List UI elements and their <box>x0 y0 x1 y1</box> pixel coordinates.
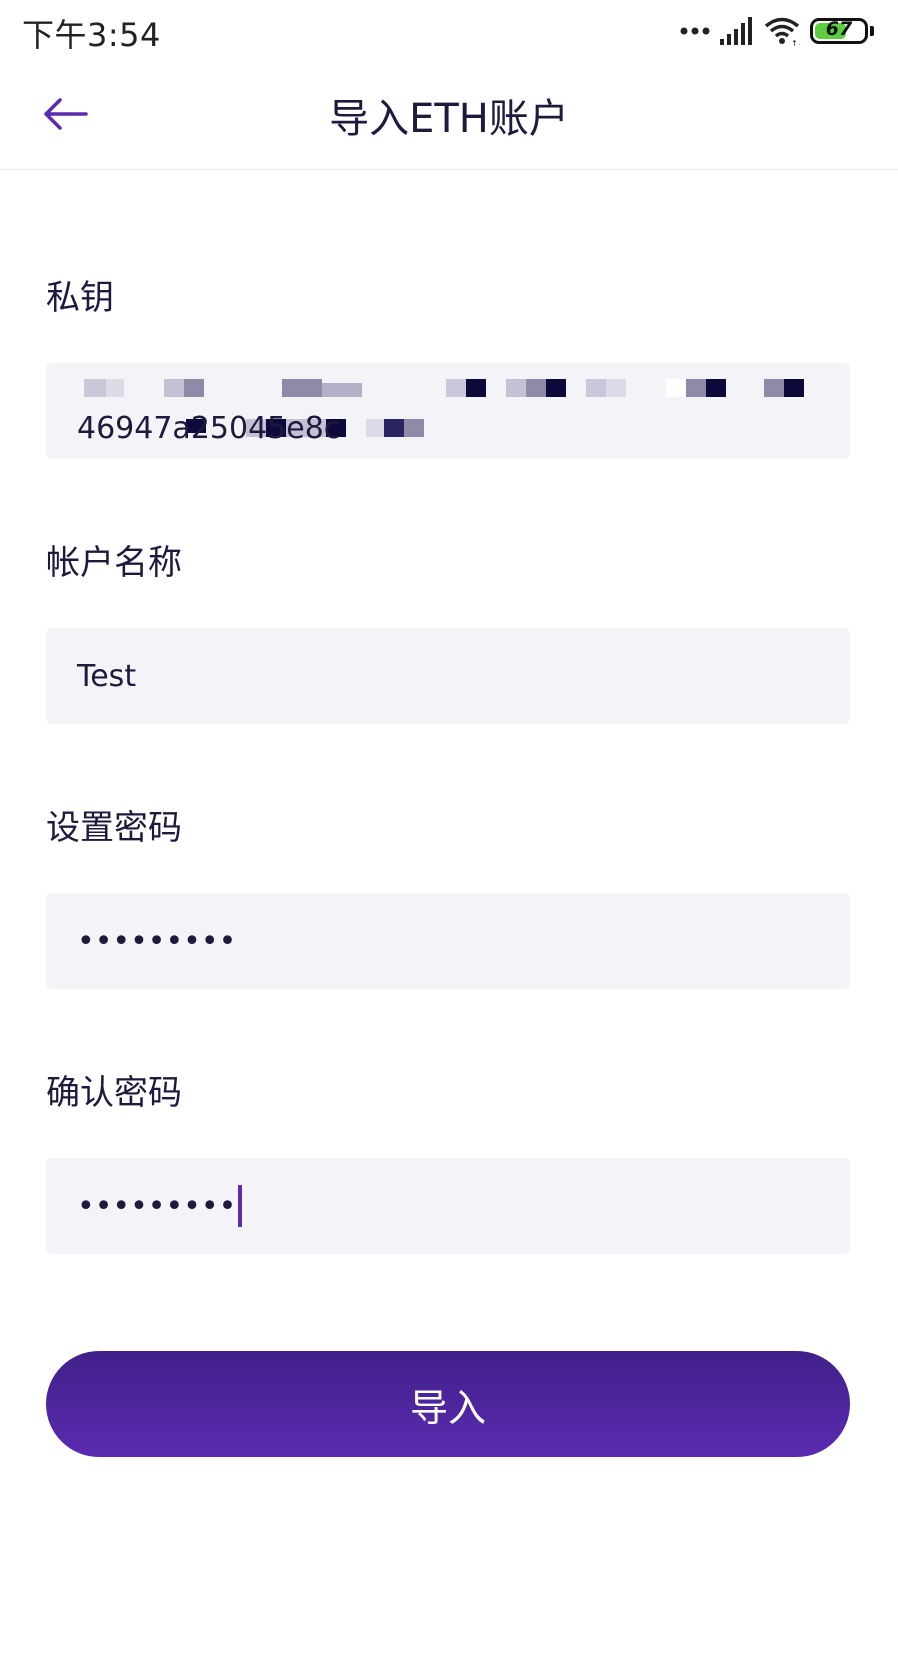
page-title: 导入ETH账户 <box>329 96 569 142</box>
set-password-input[interactable]: ••••••••• <box>46 893 850 989</box>
private-key-value: 46947a25045e8c <box>77 411 341 446</box>
status-bar: 下午3:54 ↑ 67 <box>0 0 898 62</box>
private-key-input[interactable]: 46947a25045e8c <box>46 363 850 459</box>
confirm-password-input[interactable]: ••••••••• <box>46 1158 850 1254</box>
account-name-value: Test <box>77 658 137 694</box>
signal-icon <box>720 17 754 45</box>
battery-icon: 67 <box>810 18 868 44</box>
confirm-password-value: ••••••••• <box>77 1188 237 1224</box>
status-time: 下午3:54 <box>22 16 161 54</box>
battery-percent: 67 <box>825 18 853 40</box>
svg-text:↑↓: ↑↓ <box>791 39 800 46</box>
import-eth-account-screen: 下午3:54 ↑ 67 导入ETH账户 私钥 46947a25045e8c 帐户… <box>0 0 898 1678</box>
set-password-label: 设置密码 <box>46 808 182 848</box>
text-caret <box>238 1185 243 1227</box>
private-key-label: 私钥 <box>46 278 114 318</box>
more-dots-icon <box>680 26 710 36</box>
import-button[interactable]: 导入 <box>46 1351 850 1457</box>
app-header: 导入ETH账户 <box>0 62 898 170</box>
confirm-password-label: 确认密码 <box>46 1073 182 1113</box>
battery-cap <box>870 26 874 36</box>
account-name-input[interactable]: Test <box>46 628 850 724</box>
set-password-value: ••••••••• <box>77 923 237 959</box>
account-name-label: 帐户名称 <box>46 543 182 583</box>
wifi-icon: ↑↓ <box>764 16 800 46</box>
status-icons: ↑↓ 67 <box>680 14 874 48</box>
